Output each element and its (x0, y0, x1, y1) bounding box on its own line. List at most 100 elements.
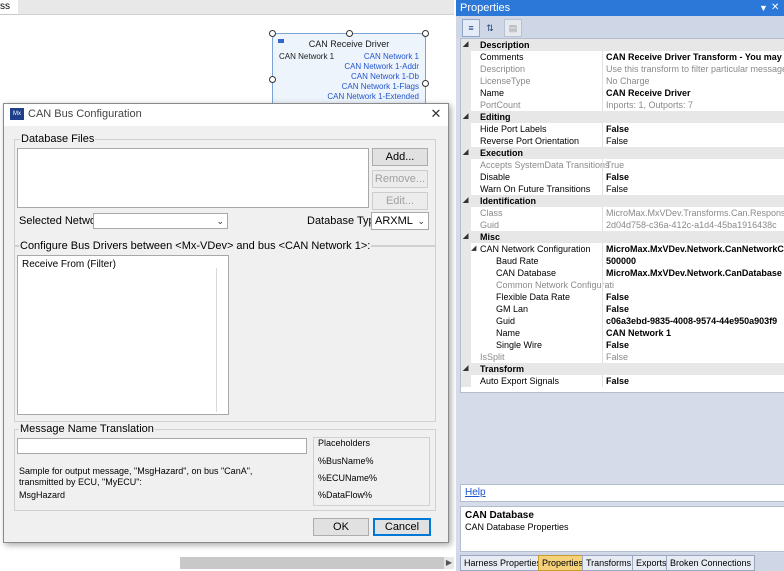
property-row[interactable]: Reverse Port Orientation False (461, 135, 784, 147)
property-value[interactable]: 500000 (602, 255, 636, 267)
help-link[interactable]: Help (465, 487, 486, 498)
property-category[interactable]: ◢ Misc (461, 231, 784, 243)
property-row[interactable]: Guid c06a3ebd-9835-4008-9574-44e950a903f9 (461, 315, 784, 327)
property-row[interactable]: Class MicroMax.MxVDev.Transforms.Can.Resp… (461, 207, 784, 219)
node-output-port[interactable]: CAN Network 1-Db (351, 72, 419, 81)
resize-handle[interactable] (269, 30, 276, 37)
database-files-list[interactable] (17, 148, 369, 208)
property-value[interactable]: 2d04d758-c36a-412c-a1d4-45ba1916438c (602, 219, 777, 231)
property-row[interactable]: Comments CAN Receive Driver Transform - Y… (461, 51, 784, 63)
property-row[interactable]: Auto Export Signals False (461, 375, 784, 387)
property-value[interactable]: CAN Receive Driver (602, 87, 691, 99)
panel-tab[interactable]: Exports (632, 555, 671, 571)
list-item[interactable]: Receive From (Filter) (22, 259, 116, 270)
property-row[interactable]: Description Use this transform to filter … (461, 63, 784, 75)
resize-handle[interactable] (422, 30, 429, 37)
property-row[interactable]: CAN Database MicroMax.MxVDev.Network.CanD… (461, 267, 784, 279)
property-value[interactable]: False (602, 183, 628, 195)
collapse-icon[interactable]: ◢ (471, 243, 476, 255)
close-icon[interactable]: ✕ (771, 0, 779, 16)
property-value[interactable]: False (602, 351, 628, 363)
property-value[interactable] (602, 279, 606, 291)
property-value[interactable]: True (602, 159, 624, 171)
row-gutter (461, 135, 471, 147)
panel-tab[interactable]: Broken Connections (666, 555, 756, 571)
property-grid[interactable]: ◢ Description Comments CAN Receive Driver T… (460, 38, 784, 393)
property-value[interactable]: No Charge (602, 75, 650, 87)
scroll-right-icon[interactable]: ▶ (444, 557, 454, 569)
property-value[interactable]: False (602, 303, 629, 315)
add-button[interactable]: Add... (372, 148, 428, 166)
horizontal-scrollbar-thumb[interactable] (180, 557, 450, 569)
property-name: Description (480, 40, 530, 50)
collapse-icon[interactable]: ◢ (463, 363, 468, 375)
property-value[interactable]: CAN Receive Driver Transform - You may a (602, 51, 784, 63)
resize-handle[interactable] (269, 76, 276, 83)
property-row[interactable]: Single Wire False (461, 339, 784, 351)
document-tab[interactable]: ss (0, 0, 19, 15)
resize-handle[interactable] (422, 80, 429, 87)
row-gutter (461, 63, 471, 75)
node-output-port[interactable]: CAN Network 1 (364, 52, 419, 61)
property-value[interactable]: MicroMax.MxVDev.Transforms.Can.ResponseW… (602, 207, 784, 219)
node-input-port[interactable]: CAN Network 1 (279, 52, 334, 61)
cancel-button[interactable]: Cancel (373, 518, 431, 536)
property-category[interactable]: ◢ Execution (461, 147, 784, 159)
property-value[interactable]: c06a3ebd-9835-4008-9574-44e950a903f9 (602, 315, 777, 327)
property-row[interactable]: Disable False (461, 171, 784, 183)
property-row[interactable]: Baud Rate 500000 (461, 255, 784, 267)
property-row[interactable]: IsSplit False (461, 351, 784, 363)
collapse-icon[interactable]: ◢ (463, 39, 468, 51)
resize-handle[interactable] (346, 30, 353, 37)
property-row[interactable]: Name CAN Network 1 (461, 327, 784, 339)
drivers-list[interactable]: Receive From (Filter) (17, 255, 229, 415)
selected-network-select[interactable]: ⌄ (93, 213, 228, 229)
collapse-icon[interactable]: ◢ (463, 147, 468, 159)
remove-button[interactable]: Remove... (372, 170, 428, 188)
property-value[interactable]: MicroMax.MxVDev.Network.CanNetworkCo (602, 243, 784, 255)
property-value[interactable]: False (602, 375, 629, 387)
property-row[interactable]: ◢ CAN Network Configuration MicroMax.MxVDe… (461, 243, 784, 255)
alphabetical-icon[interactable]: ⇅ (481, 19, 499, 37)
property-value[interactable]: Use this transform to filter particular … (602, 63, 784, 75)
node-output-port[interactable]: CAN Network 1-Extended (327, 92, 419, 101)
property-row[interactable]: Accepts SystemData Transitions True (461, 159, 784, 171)
property-row[interactable]: Warn On Future Transitions False (461, 183, 784, 195)
property-value[interactable]: False (602, 135, 628, 147)
property-value[interactable]: CAN Network 1 (602, 327, 671, 339)
database-type-select[interactable]: ARXML ⌄ (371, 212, 429, 230)
property-row[interactable]: Name CAN Receive Driver (461, 87, 784, 99)
property-category[interactable]: ◢ Description (461, 39, 784, 51)
property-row[interactable]: GM Lan False (461, 303, 784, 315)
property-value[interactable]: False (602, 339, 629, 351)
property-category[interactable]: ◢ Identification (461, 195, 784, 207)
panel-tab[interactable]: Harness Properties (460, 555, 546, 571)
property-value[interactable]: MicroMax.MxVDev.Network.CanDatabase (602, 267, 782, 279)
panel-tab[interactable]: Transforms (582, 555, 636, 571)
ok-button[interactable]: OK (313, 518, 369, 536)
property-category[interactable]: ◢ Editing (461, 111, 784, 123)
property-value[interactable]: False (602, 171, 629, 183)
property-row[interactable]: Guid 2d04d758-c36a-412c-a1d4-45ba1916438c (461, 219, 784, 231)
property-value[interactable]: False (602, 291, 629, 303)
property-value[interactable]: False (602, 123, 629, 135)
node-output-port[interactable]: CAN Network 1-Flags (342, 82, 419, 91)
property-value[interactable]: Inports: 1, Outports: 7 (602, 99, 693, 111)
collapse-icon[interactable]: ◢ (463, 195, 468, 207)
property-row[interactable]: PortCount Inports: 1, Outports: 7 (461, 99, 784, 111)
close-icon[interactable]: ✕ (428, 106, 444, 122)
collapse-icon[interactable]: ◢ (463, 111, 468, 123)
property-pages-icon[interactable]: ▤ (504, 19, 522, 37)
property-row[interactable]: Hide Port Labels False (461, 123, 784, 135)
collapse-icon[interactable]: ◢ (463, 231, 468, 243)
node-output-port[interactable]: CAN Network 1-Addr (344, 62, 419, 71)
pin-icon[interactable]: ▼ (759, 0, 768, 16)
panel-tab[interactable]: Properties (538, 555, 588, 571)
property-row[interactable]: Flexible Data Rate False (461, 291, 784, 303)
property-row[interactable]: Common Network Configurati (461, 279, 784, 291)
edit-button[interactable]: Edit... (372, 192, 428, 210)
categorized-icon[interactable]: ≡ (462, 19, 480, 37)
property-row[interactable]: LicenseType No Charge (461, 75, 784, 87)
property-category[interactable]: ◢ Transform (461, 363, 784, 375)
translation-input[interactable] (17, 438, 307, 454)
